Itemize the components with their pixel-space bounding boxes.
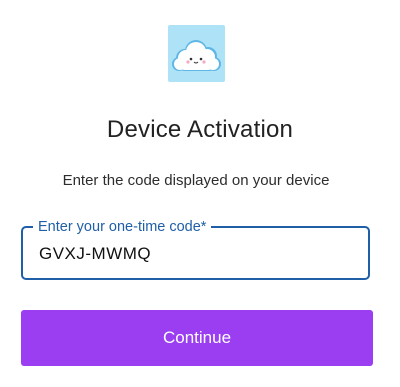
app-logo (168, 25, 225, 82)
one-time-code-input[interactable] (39, 242, 339, 266)
one-time-code-field[interactable]: Enter your one-time code* (21, 218, 370, 280)
cloud-icon (168, 25, 225, 82)
continue-button[interactable]: Continue (21, 310, 373, 366)
instruction-text: Enter the code displayed on your device (62, 172, 330, 189)
one-time-code-label: Enter your one-time code* (33, 218, 212, 236)
page-title: Device Activation (106, 116, 294, 143)
